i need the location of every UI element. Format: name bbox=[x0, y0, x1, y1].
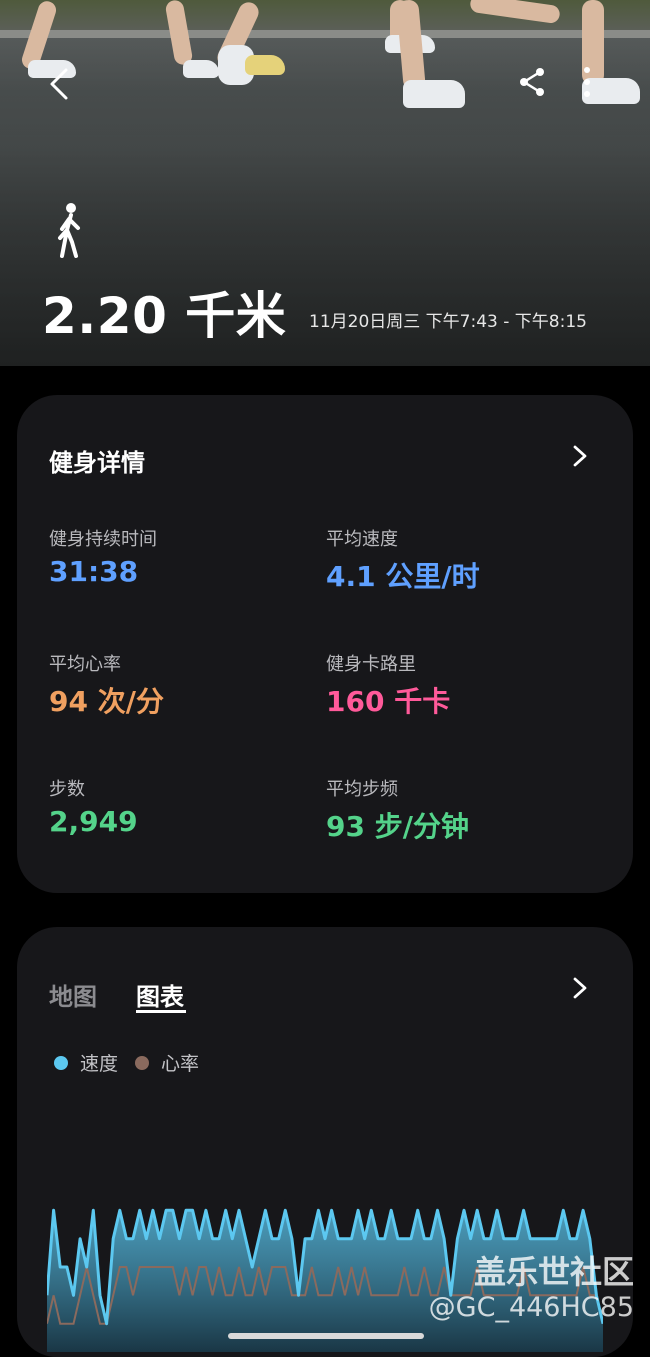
watermark-title: 盖乐世社区 bbox=[473, 1253, 634, 1291]
tab-chart[interactable]: 图表 bbox=[136, 977, 184, 1012]
metric-label-cadence: 平均步频 bbox=[326, 779, 398, 800]
legend-heart-rate: 心率 bbox=[135, 1049, 199, 1076]
legend-label-heart-rate: 心率 bbox=[161, 1053, 200, 1075]
curb bbox=[0, 30, 650, 38]
legend-speed: 速度 bbox=[54, 1049, 118, 1076]
metric-value-avg-speed: 4.1 公里/时 bbox=[326, 560, 480, 593]
chevron-right-icon[interactable] bbox=[569, 977, 591, 999]
metric-label-steps: 步数 bbox=[49, 779, 85, 800]
metric-value-steps: 2,949 bbox=[49, 805, 138, 838]
walking-icon bbox=[52, 202, 90, 258]
chevron-right-icon[interactable] bbox=[569, 445, 591, 467]
more-vertical-icon[interactable] bbox=[580, 66, 594, 100]
metric-value-avg-heart-rate: 94 次/分 bbox=[49, 685, 164, 718]
runner-shoe bbox=[183, 60, 219, 78]
metric-label-calories: 健身卡路里 bbox=[326, 654, 416, 675]
home-indicator[interactable] bbox=[228, 1333, 424, 1339]
share-icon[interactable] bbox=[518, 66, 548, 98]
legend-dot-heart-rate bbox=[135, 1055, 149, 1070]
watermark-user: @GC_446HC85 bbox=[428, 1292, 634, 1323]
metric-value-duration: 31:38 bbox=[49, 555, 139, 588]
distance-value: 2.20 千米 bbox=[42, 287, 287, 345]
metric-value-cadence: 93 步/分钟 bbox=[326, 810, 469, 843]
metric-label-avg-heart-rate: 平均心率 bbox=[49, 654, 121, 675]
hero-photo: 2.20 千米 11月20日周三 下午7:43 - 下午8:15 bbox=[0, 0, 650, 366]
legend-label-speed: 速度 bbox=[80, 1053, 119, 1075]
runner-shoe bbox=[245, 55, 285, 75]
metric-value-calories: 160 千卡 bbox=[326, 685, 451, 718]
workout-details-card[interactable]: 健身详情 健身持续时间 31:38 平均速度 4.1 公里/时 平均心率 94 … bbox=[17, 395, 633, 893]
runner-shoe bbox=[403, 80, 465, 108]
card-title: 健身详情 bbox=[49, 449, 145, 477]
tab-selected-indicator bbox=[136, 1010, 186, 1013]
tab-map[interactable]: 地图 bbox=[49, 977, 97, 1012]
metric-label-avg-speed: 平均速度 bbox=[326, 529, 398, 550]
back-arrow-icon[interactable] bbox=[44, 66, 74, 102]
time-range: 11月20日周三 下午7:43 - 下午8:15 bbox=[309, 312, 587, 332]
legend-dot-speed bbox=[54, 1055, 68, 1070]
metric-label-duration: 健身持续时间 bbox=[49, 529, 157, 550]
